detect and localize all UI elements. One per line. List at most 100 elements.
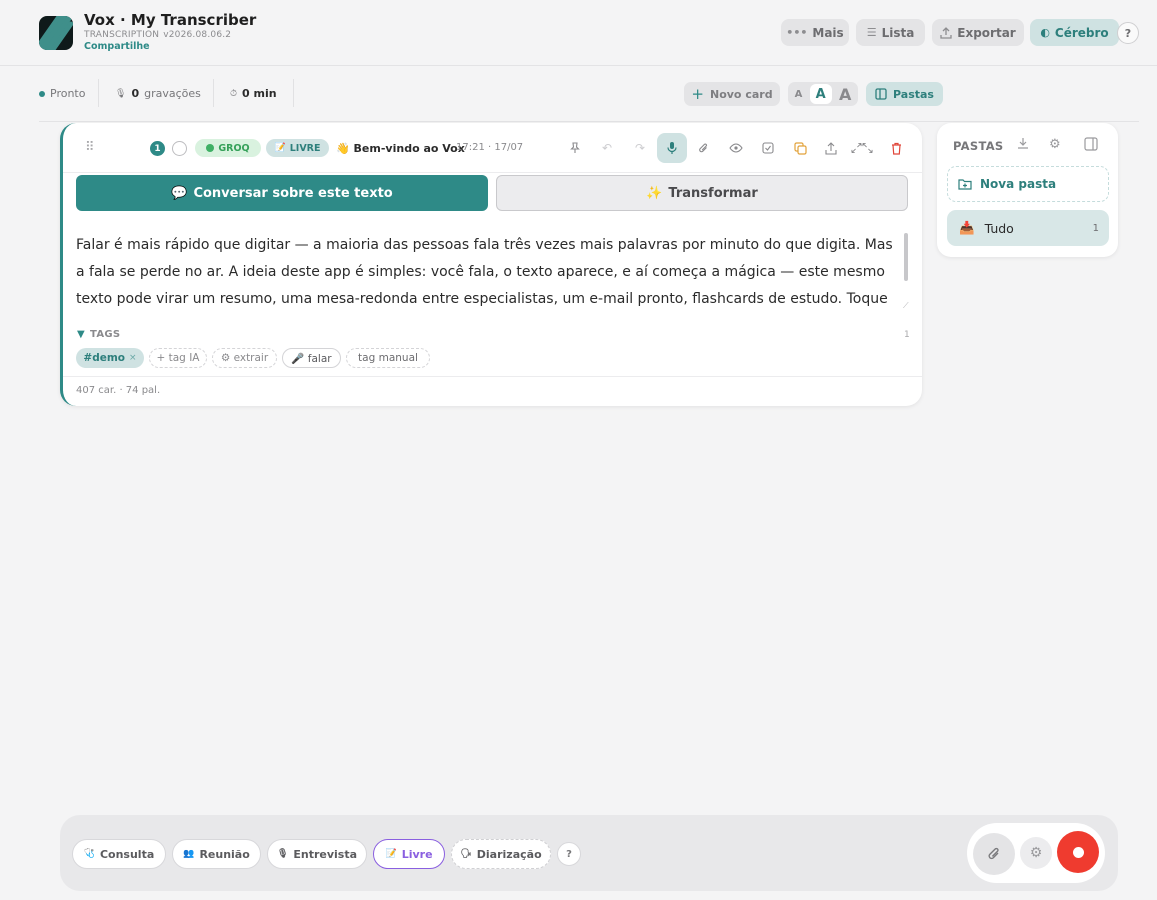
mode-entrevista[interactable]: 🎙 Entrevista [267,839,367,869]
redo-icon[interactable]: ↷ [629,137,651,159]
mode-consulta[interactable]: 🩺 Consulta [72,839,166,869]
transform-button[interactable]: ✨ Transformar [496,175,908,211]
new-folder-label: Nova pasta [980,177,1057,191]
folders-panel: PASTAS ⚙ Nova pasta 📥 Tudo 1 [937,123,1118,257]
new-card-button[interactable]: + Novo card [684,82,780,106]
tags-header[interactable]: ▼ TAGS [77,329,120,340]
list-button[interactable]: ☰ Lista [856,19,925,46]
folder-item-count: 1 [1092,222,1099,234]
chat-about-text-button[interactable]: 💬 Conversar sobre este texto [76,175,488,211]
notepad-icon: 📝 [274,143,286,153]
drag-handle-icon[interactable]: ⠿ [85,140,94,155]
expand-icon[interactable] [851,137,873,159]
recordings-label: gravações [144,87,201,100]
divider [63,376,922,377]
recordings-count: 0 [131,87,140,100]
more-button[interactable]: ••• Mais [781,19,849,46]
tag-remove-icon[interactable]: × [129,353,137,363]
trash-icon[interactable] [885,137,907,159]
card-number-badge: 1 [150,141,165,156]
speech-bubble-icon: 💬 [171,185,188,201]
export-button[interactable]: Exportar [932,19,1024,46]
brain-button[interactable]: ◐ Cérebro [1030,19,1119,46]
microphone-icon [667,142,677,154]
status-ready: Pronto [39,87,85,100]
transcript-text[interactable]: Falar é mais rápido que digitar — a maio… [76,232,896,314]
inbox-icon: 📥 [959,220,975,235]
new-card-label: Novo card [710,87,773,101]
mode-reuniao[interactable]: 👥 Reunião [172,839,261,869]
folders-toggle-button[interactable]: Pastas [866,82,943,106]
minutes-value: 0 min [242,87,277,100]
undo-icon[interactable]: ↶ [596,137,618,159]
attach-icon[interactable] [692,137,714,159]
sidebar-panel-icon [875,88,887,100]
font-size-medium[interactable]: A [809,84,832,104]
folders-toggle-label: Pastas [893,87,934,101]
resize-handle-icon[interactable]: ⟋ [903,301,909,311]
brain-icon: ◐ [1040,26,1050,39]
gear-icon: ⚙ [1029,845,1043,861]
recording-settings-button[interactable]: ⚙ [1020,837,1052,869]
tags-count: 1 [904,330,910,340]
settings-gear-icon[interactable]: ⚙ [1049,137,1061,152]
download-icon[interactable] [1017,137,1029,149]
card-toolbar: ⠿ 1 GROQ 📝 LIVRE 👋 Bem-vindo ao Vox 17:2… [63,123,922,173]
mode-badge: 📝 LIVRE [266,139,329,157]
status-bar: Pronto 🎙 0 gravações ⏱ 0 min + Novo card… [0,67,1157,121]
more-label: Mais [812,25,844,40]
font-size-large[interactable]: A [839,85,851,104]
card-stats: 407 car. · 74 pal. [76,385,161,396]
microphone-button[interactable] [657,133,687,163]
app-title: Vox · My Transcriber [84,11,257,29]
card-title[interactable]: 👋 Bem-vindo ao Vox [336,142,465,155]
tag-demo-label: #demo [83,352,126,364]
record-dot-icon [1072,846,1084,858]
speak-tag-button[interactable]: 🎤 falar [282,348,341,368]
share-icon[interactable] [820,137,842,159]
mode-diarizacao[interactable]: 🗣 Diarização [451,839,551,869]
folder-item-label: Tudo [984,220,1014,236]
select-checkbox[interactable] [172,141,187,156]
notepad-icon: 📝 [385,849,397,859]
pin-icon[interactable] [564,137,586,159]
help-button[interactable]: ? [1117,22,1139,44]
plus-icon: + [691,85,704,103]
app-subtitle-text: TRANSCRIPTION [84,30,160,40]
eye-icon[interactable] [725,137,747,159]
collapse-panel-icon[interactable] [1084,137,1098,151]
app-logo [39,16,73,50]
more-icon: ••• [786,26,808,39]
record-button[interactable] [1057,831,1099,873]
app-header: Vox · My Transcriber TRANSCRIPTION v2026.… [0,0,1157,66]
new-folder-button[interactable]: Nova pasta [947,166,1109,202]
mode-livre[interactable]: 📝 Livre [373,839,445,869]
divider [293,79,294,107]
ai-tag-button[interactable]: + tag IA [149,348,207,368]
extract-tags-button[interactable]: ⚙ extrair [212,348,277,368]
status-dot [39,90,45,97]
folder-item-all[interactable]: 📥 Tudo 1 [947,210,1109,246]
stethoscope-icon: 🩺 [83,849,95,859]
folders-header: PASTAS [953,139,1004,153]
record-controls: ⚙ [967,823,1105,883]
share-link[interactable]: Compartilhe [84,41,150,52]
app-version: v2026.08.06.2 [163,30,232,40]
divider [39,121,1139,122]
interviewer-icon: 🎙 [276,849,289,859]
card-timestamp: 17:21 · 17/07 [456,142,524,153]
transcription-card: ⠿ 1 GROQ 📝 LIVRE 👋 Bem-vindo ao Vox 17:2… [60,123,922,406]
font-size-switcher: A A A [788,82,858,106]
manual-tag-input[interactable]: tag manual [346,348,430,368]
copy-icon[interactable] [789,137,811,159]
recordings-stat: 🎙 0 gravações [115,87,201,100]
attach-file-button[interactable] [973,833,1015,875]
mode-diarizacao-label: Diarização [476,847,542,861]
modes-help-button[interactable]: ? [557,842,581,866]
tag-demo[interactable]: #demo × [76,348,144,368]
checklist-icon[interactable] [757,137,779,159]
font-size-small[interactable]: A [795,89,803,100]
text-scrollbar[interactable] [904,233,908,281]
speakers-icon: 🗣 [460,849,472,859]
chat-button-label: Conversar sobre este texto [193,185,393,201]
